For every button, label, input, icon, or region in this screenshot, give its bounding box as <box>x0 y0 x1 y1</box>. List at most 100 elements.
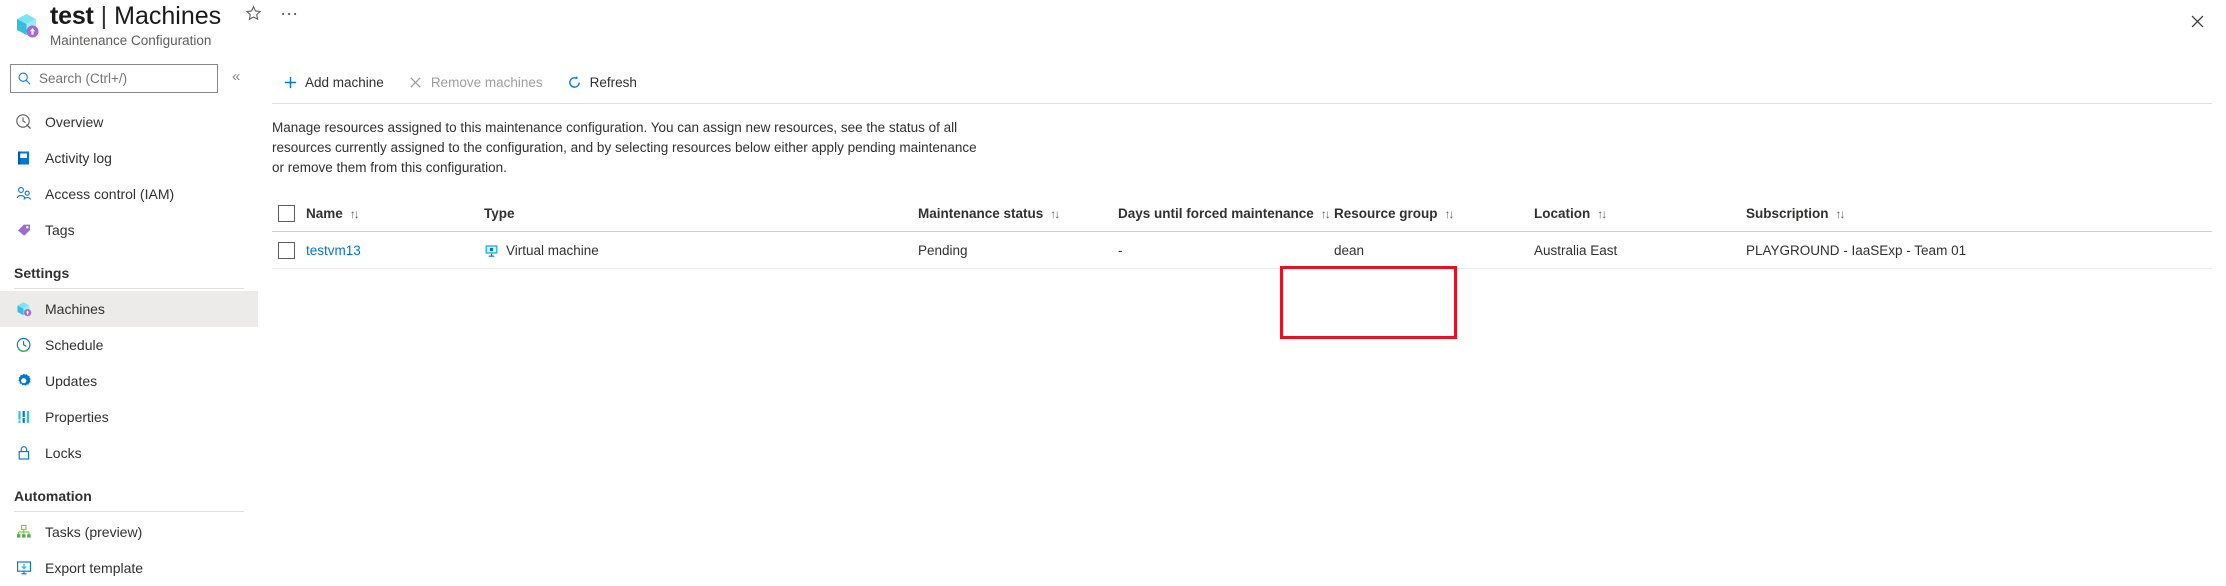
cell-maintenance-status: Pending <box>918 243 1118 258</box>
column-header-type[interactable]: Type <box>484 206 918 221</box>
sidebar-item-label: Machines <box>45 301 105 317</box>
activity-log-icon <box>14 149 33 168</box>
cell-days-until-forced-maintenance: - <box>1118 243 1334 258</box>
title-separator: | <box>100 2 108 30</box>
command-bar: Add machine Remove machines Refresh <box>272 62 647 102</box>
location-value: Australia East <box>1534 242 1618 258</box>
sort-icon[interactable]: ↑↓ <box>1050 207 1060 221</box>
add-machine-label: Add machine <box>305 74 384 90</box>
subscription-value: PLAYGROUND - IaaSExp - Team 01 <box>1746 242 1967 258</box>
column-label: Subscription <box>1746 206 1829 221</box>
chevron-double-left-icon[interactable]: « <box>232 68 240 85</box>
refresh-icon <box>567 74 583 90</box>
column-header-location[interactable]: Location ↑↓ <box>1534 206 1746 221</box>
star-icon[interactable] <box>245 5 262 25</box>
close-icon[interactable] <box>2184 8 2210 34</box>
machines-table: Name ↑↓ Type Maintenance status ↑↓ Days … <box>272 196 2212 269</box>
sidebar-item-activity-log[interactable]: Activity log <box>0 140 258 176</box>
cell-resource-group: dean <box>1334 243 1534 258</box>
sidebar-item-overview[interactable]: Overview <box>0 104 258 140</box>
machines-icon <box>14 300 33 319</box>
sidebar-item-tags[interactable]: Tags <box>0 212 258 248</box>
page-title: test | Machines ⋯ <box>50 2 299 31</box>
resource-group-value: dean <box>1334 242 1365 258</box>
table-header-row: Name ↑↓ Type Maintenance status ↑↓ Days … <box>272 196 2212 232</box>
sidebar-item-schedule[interactable]: Schedule <box>0 327 258 363</box>
sort-icon[interactable]: ↑↓ <box>1445 207 1455 221</box>
sidebar-item-updates[interactable]: Updates <box>0 363 258 399</box>
days-value: - <box>1118 242 1123 258</box>
sidebar-group-automation: Automation <box>14 488 92 504</box>
sidebar-item-label: Tasks (preview) <box>45 524 143 540</box>
remove-machines-button[interactable]: Remove machines <box>398 66 553 98</box>
search-input[interactable] <box>37 70 207 87</box>
x-icon <box>408 74 424 90</box>
sidebar-item-tasks[interactable]: Tasks (preview) <box>0 514 258 550</box>
blade-header: test | Machines ⋯ Maintenance Configurat… <box>0 0 2226 62</box>
column-label: Days until forced maintenance <box>1118 206 1314 221</box>
maintenance-status-highlight <box>1280 266 1457 339</box>
sort-icon[interactable]: ↑↓ <box>1836 207 1846 221</box>
column-label: Resource group <box>1334 206 1438 221</box>
cell-subscription: PLAYGROUND - IaaSExp - Team 01 <box>1746 243 2046 258</box>
virtual-machine-icon <box>484 243 499 258</box>
row-checkbox[interactable] <box>278 241 295 259</box>
command-bar-divider <box>272 103 2212 104</box>
refresh-button[interactable]: Refresh <box>557 66 647 98</box>
table-row[interactable]: testvm13 Virtual machine Pending - dean … <box>272 232 2212 269</box>
column-header-name[interactable]: Name ↑↓ <box>306 206 484 221</box>
sidebar-item-access-control[interactable]: Access control (IAM) <box>0 176 258 212</box>
tags-icon <box>14 221 33 240</box>
sidebar-item-locks[interactable]: Locks <box>0 435 258 471</box>
cell-name: testvm13 <box>306 243 484 258</box>
cell-type: Virtual machine <box>484 243 918 258</box>
machine-name-link[interactable]: testvm13 <box>306 243 361 258</box>
row-select-cell <box>272 241 306 259</box>
refresh-label: Refresh <box>589 74 637 90</box>
column-header-days-until-forced-maintenance[interactable]: Days until forced maintenance ↑↓ <box>1118 206 1334 221</box>
ellipsis-icon[interactable]: ⋯ <box>280 5 299 23</box>
sidebar-item-label: Schedule <box>45 337 104 353</box>
column-header-subscription[interactable]: Subscription ↑↓ <box>1746 206 2046 221</box>
column-label: Location <box>1534 206 1591 221</box>
column-header-resource-group[interactable]: Resource group ↑↓ <box>1334 206 1534 221</box>
select-all-cell <box>272 205 306 222</box>
schedule-icon <box>14 336 33 355</box>
access-control-icon <box>14 185 33 204</box>
sidebar-item-label: Properties <box>45 409 109 425</box>
updates-icon <box>14 372 33 391</box>
plus-icon <box>282 74 298 90</box>
sidebar-item-machines[interactable]: Machines <box>0 291 258 327</box>
resource-type-subtitle: Maintenance Configuration <box>50 33 212 48</box>
search-box[interactable] <box>10 64 218 93</box>
column-label: Name <box>306 206 343 221</box>
resource-name: test <box>50 2 94 30</box>
sidebar-item-label: Access control (IAM) <box>45 186 175 202</box>
cell-location: Australia East <box>1534 243 1746 258</box>
sort-icon[interactable]: ↑↓ <box>1321 207 1331 221</box>
remove-machines-label: Remove machines <box>430 74 543 90</box>
sort-icon[interactable]: ↑↓ <box>350 207 360 221</box>
select-all-checkbox[interactable] <box>278 205 295 222</box>
properties-icon <box>14 408 33 427</box>
overview-icon <box>14 113 33 132</box>
sidebar-item-label: Locks <box>45 445 82 461</box>
page-description: Manage resources assigned to this mainte… <box>272 120 977 175</box>
sort-icon[interactable]: ↑↓ <box>1597 207 1607 221</box>
sidebar-item-label: Tags <box>45 222 75 238</box>
column-label: Maintenance status <box>918 206 1044 221</box>
search-icon <box>17 71 32 86</box>
content-area: Add machine Remove machines Refresh Mana… <box>258 62 2226 581</box>
sidebar-item-label: Overview <box>45 114 104 130</box>
locks-icon <box>14 444 33 463</box>
sidebar-item-label: Updates <box>45 373 98 389</box>
tasks-icon <box>14 523 33 542</box>
column-header-maintenance-status[interactable]: Maintenance status ↑↓ <box>918 206 1118 221</box>
maintenance-configuration-icon <box>12 10 42 40</box>
sidebar-item-properties[interactable]: Properties <box>0 399 258 435</box>
sidebar-group-divider <box>14 511 244 512</box>
sidebar-nav-list: Overview Activity log Access control (IA… <box>0 104 258 586</box>
add-machine-button[interactable]: Add machine <box>272 66 394 98</box>
sidebar-group-settings: Settings <box>14 265 70 281</box>
sidebar-item-label: Activity log <box>45 150 112 166</box>
